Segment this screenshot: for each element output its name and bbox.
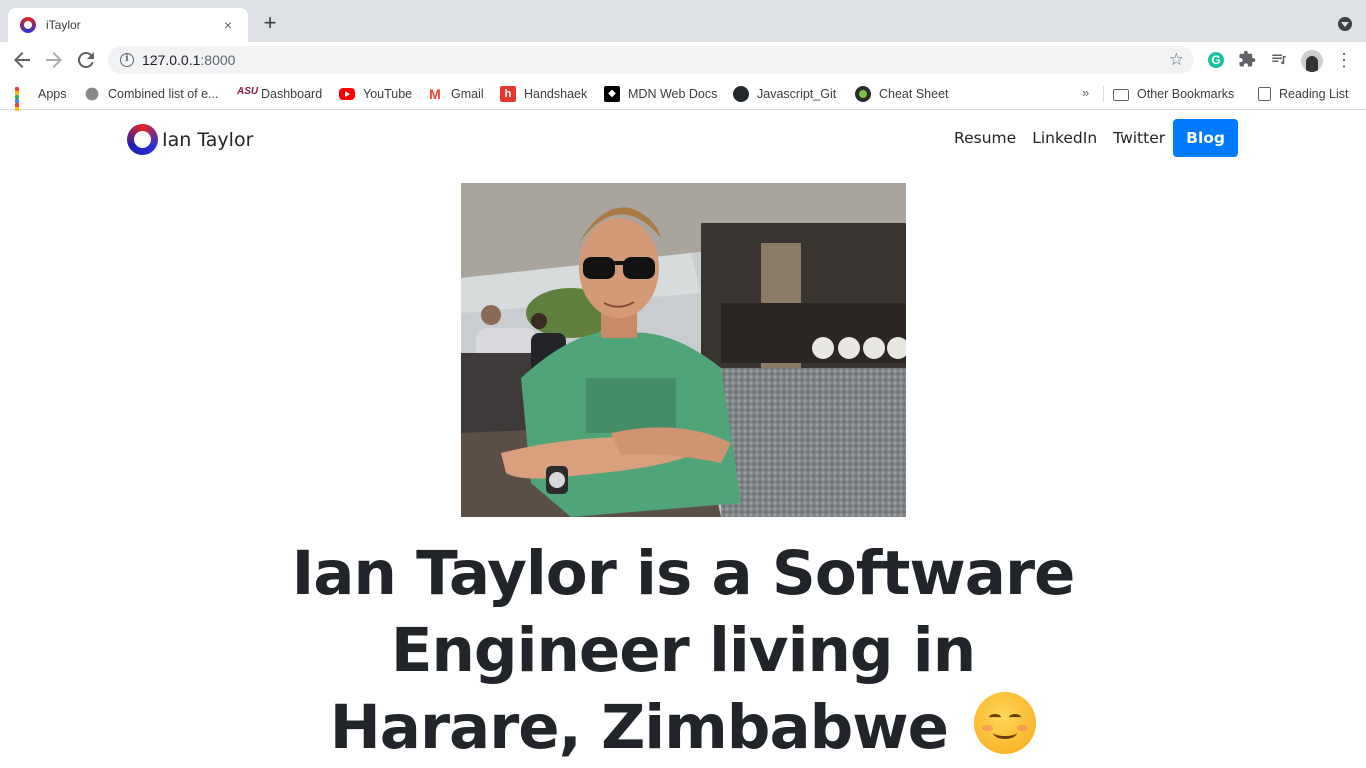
brand-logo-icon <box>127 124 158 155</box>
bookmark-star-icon[interactable]: ☆ <box>1169 50 1184 70</box>
browser-toolbar: i 127.0.0.1:8000 ☆ G ⋮ <box>0 42 1366 78</box>
bookmark-label: Dashboard <box>261 87 323 101</box>
hero-headline: Ian Taylor is a Software Engineer living… <box>283 535 1083 766</box>
site-nav: Resume LinkedIn Twitter Blog <box>946 119 1238 157</box>
gmail-icon: M <box>429 86 441 102</box>
asu-icon: ASU <box>237 86 259 97</box>
media-queue-icon[interactable] <box>1269 50 1289 70</box>
forward-arrow-icon <box>46 52 62 68</box>
bookmark-handshake[interactable]: h Handshaek <box>500 85 587 103</box>
tab-strip: iTaylor × + <box>0 0 1366 42</box>
nav-twitter-link[interactable]: Twitter <box>1105 119 1173 157</box>
other-bookmarks-folder[interactable]: Other Bookmarks <box>1113 85 1234 103</box>
bookmark-mdn[interactable]: ◆ MDN Web Docs <box>604 85 717 103</box>
web-page: Ian Taylor Resume LinkedIn Twitter Blog <box>0 111 1366 768</box>
bookmark-label: Apps <box>38 87 67 101</box>
tab-title: iTaylor <box>46 18 81 32</box>
reading-list[interactable]: Reading List <box>1258 85 1349 103</box>
bookmark-dashboard[interactable]: ASU Dashboard <box>237 85 322 103</box>
new-tab-button[interactable]: + <box>258 12 282 36</box>
apps-grid-icon <box>14 86 30 123</box>
nav-resume-link[interactable]: Resume <box>946 119 1024 157</box>
profile-photo <box>461 183 906 517</box>
tab-search-icon[interactable] <box>1338 17 1352 31</box>
browser-menu-icon[interactable]: ⋮ <box>1334 50 1354 70</box>
grammarly-extension-icon[interactable]: G <box>1208 52 1224 68</box>
site-favicon-icon <box>20 17 36 33</box>
url-port: :8000 <box>200 52 236 68</box>
bookmark-label: Handshaek <box>524 87 588 101</box>
profile-avatar[interactable] <box>1301 50 1323 72</box>
reading-list-icon <box>1258 87 1271 101</box>
cheat-sheet-icon <box>855 86 871 102</box>
smiling-face-icon <box>974 692 1037 754</box>
brand-link[interactable]: Ian Taylor <box>127 124 253 155</box>
handshake-icon: h <box>500 86 516 102</box>
nav-linkedin-link[interactable]: LinkedIn <box>1024 119 1105 157</box>
reload-button[interactable] <box>74 48 98 72</box>
back-button[interactable] <box>10 48 34 72</box>
mdn-icon: ◆ <box>604 86 620 102</box>
extensions-puzzle-icon[interactable] <box>1237 50 1257 70</box>
bookmark-label: Gmail <box>451 87 484 101</box>
bookmarks-bar: Apps Combined list of e... ASU Dashboard… <box>0 78 1366 123</box>
bookmark-javascript-git[interactable]: Javascript_Git <box>733 85 836 103</box>
url-host: 127.0.0.1 <box>142 52 201 68</box>
tab-close-icon[interactable]: × <box>220 17 236 33</box>
nav-blog-button[interactable]: Blog <box>1173 119 1238 157</box>
bookmark-combined-list[interactable]: Combined list of e... <box>84 85 218 103</box>
youtube-icon <box>339 88 355 100</box>
bookmark-apps[interactable]: Apps <box>14 85 67 123</box>
forward-button[interactable] <box>42 48 66 72</box>
bookmark-label: Javascript_Git <box>757 87 837 101</box>
reload-icon <box>77 51 94 68</box>
bookmark-cheat-sheet[interactable]: Cheat Sheet <box>855 85 949 103</box>
folder-icon <box>1113 89 1129 101</box>
bookmarks-overflow-chevron-icon[interactable]: » <box>1082 85 1089 100</box>
hero-headline-text: Ian Taylor is a Software Engineer living… <box>291 538 1076 763</box>
bookmark-youtube[interactable]: YouTube <box>339 85 412 103</box>
address-bar[interactable]: i 127.0.0.1:8000 ☆ <box>108 46 1194 74</box>
bookmark-favicon-icon <box>85 87 99 101</box>
bookmark-gmail[interactable]: M Gmail <box>427 85 484 103</box>
bookmark-label: YouTube <box>363 87 413 101</box>
reading-list-label: Reading List <box>1279 87 1349 101</box>
bookmark-label: Cheat Sheet <box>879 87 949 101</box>
back-arrow-icon <box>14 52 30 68</box>
other-bookmarks-label: Other Bookmarks <box>1137 87 1235 101</box>
github-icon <box>733 86 749 102</box>
site-info-icon[interactable]: i <box>120 53 134 67</box>
brand-name: Ian Taylor <box>162 128 254 151</box>
bookmarks-divider <box>1103 86 1104 102</box>
bookmark-label: Combined list of e... <box>108 87 219 101</box>
browser-tab[interactable]: iTaylor × <box>8 8 248 42</box>
bookmark-label: MDN Web Docs <box>628 87 718 101</box>
